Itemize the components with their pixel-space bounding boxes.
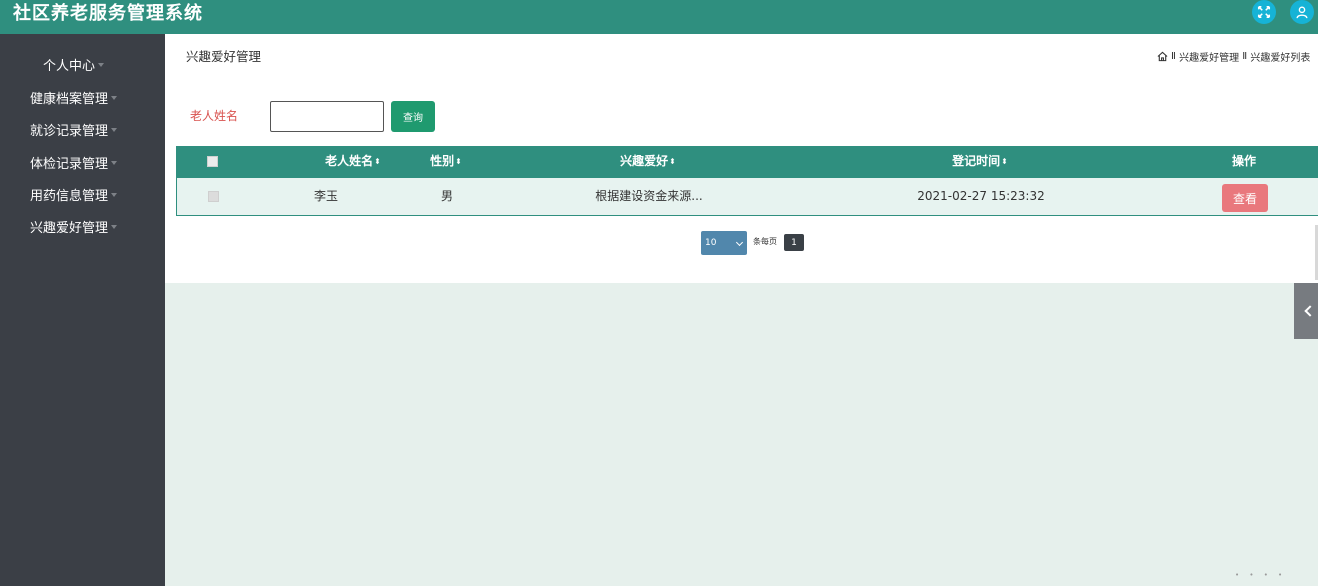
cell-gender: 男 [440, 189, 453, 203]
row-checkbox[interactable] [208, 191, 219, 202]
page-size-select[interactable]: 10 [701, 231, 747, 255]
sidebar-item-label: 兴趣爱好管理 [30, 220, 109, 236]
sort-icon: ⬍ [455, 156, 462, 166]
breadcrumb-separator: Ⅱ [1171, 51, 1176, 62]
caret-down-icon [98, 63, 105, 67]
column-header-hobby[interactable]: 兴趣爱好⬍ [558, 146, 738, 177]
sort-icon: ⬍ [1001, 156, 1008, 166]
table-row: 李玉 男 根据建设资金来源... 2021-02-27 15:23:32 查看 [176, 177, 1318, 216]
sort-icon: ⬍ [374, 156, 381, 166]
breadcrumb-separator: Ⅱ [1242, 51, 1248, 62]
sidebar-item-visit-records[interactable]: 就诊记录管理 [0, 115, 165, 143]
cell-name: 李玉 [313, 189, 338, 203]
sidebar: 个人中心 健康档案管理 就诊记录管理 体检记录管理 用药信息管理 兴趣爱好管理 [0, 34, 165, 586]
elder-name-input[interactable] [270, 101, 384, 132]
breadcrumb: Ⅱ 兴趣爱好管理 Ⅱ 兴趣爱好列表 [1157, 49, 1318, 64]
sidebar-item-label: 体检记录管理 [30, 156, 109, 172]
sidebar-item-checkup-records[interactable]: 体检记录管理 [0, 148, 165, 176]
sort-icon: ⬍ [669, 156, 676, 166]
per-page-label: 条每页 [753, 237, 777, 246]
sidebar-item-health-records[interactable]: 健康档案管理 [0, 83, 165, 111]
sidebar-item-hobbies[interactable]: 兴趣爱好管理 [0, 212, 165, 240]
cell-time: 2021-02-27 15:23:32 [917, 189, 1045, 203]
sidebar-item-personal-center[interactable]: 个人中心 [0, 50, 165, 78]
sidebar-item-label: 就诊记录管理 [30, 123, 109, 139]
top-bar: 社区养老服务管理系统 [0, 0, 1318, 34]
page-title: 兴趣爱好管理 [186, 49, 262, 64]
sidebar-item-medication[interactable]: 用药信息管理 [0, 180, 165, 208]
chevron-down-icon [735, 238, 744, 247]
caret-down-icon [111, 128, 118, 132]
column-header-name[interactable]: 老人姓名⬍ [288, 146, 418, 177]
caret-down-icon [111, 193, 118, 197]
sidebar-item-label: 用药信息管理 [30, 188, 109, 204]
side-collapse-tab[interactable] [1294, 283, 1318, 339]
home-icon[interactable] [1157, 51, 1168, 62]
caret-down-icon [111, 96, 118, 100]
sidebar-item-label: 健康档案管理 [30, 91, 109, 107]
breadcrumb-item[interactable]: 兴趣爱好管理 [1179, 49, 1239, 64]
select-all-checkbox[interactable] [207, 156, 218, 167]
page-number-button[interactable]: 1 [784, 234, 804, 251]
search-button[interactable]: 查询 [391, 101, 435, 132]
cell-hobby: 根据建设资金来源... [595, 189, 703, 203]
elder-name-label: 老人姓名 [190, 109, 239, 123]
caret-down-icon [111, 161, 118, 165]
breadcrumb-item[interactable]: 兴趣爱好列表 [1250, 49, 1310, 64]
page-size-value: 10 [705, 238, 717, 248]
fullscreen-icon[interactable] [1252, 0, 1276, 24]
user-icon[interactable] [1290, 0, 1314, 24]
caret-down-icon [111, 225, 118, 229]
chevron-left-icon [1304, 305, 1316, 317]
sidebar-item-label: 个人中心 [43, 58, 96, 74]
table-header: 老人姓名⬍ 性别⬍ 兴趣爱好⬍ 登记时间⬍ 操作 [176, 146, 1318, 177]
column-header-time[interactable]: 登记时间⬍ [890, 146, 1070, 177]
app-title: 社区养老服务管理系统 [13, 3, 203, 24]
view-button[interactable]: 查看 [1222, 184, 1268, 212]
decorative-dots: • • • • [1235, 571, 1287, 579]
column-header-action: 操作 [1231, 154, 1256, 168]
column-header-gender[interactable]: 性别⬍ [406, 146, 486, 177]
